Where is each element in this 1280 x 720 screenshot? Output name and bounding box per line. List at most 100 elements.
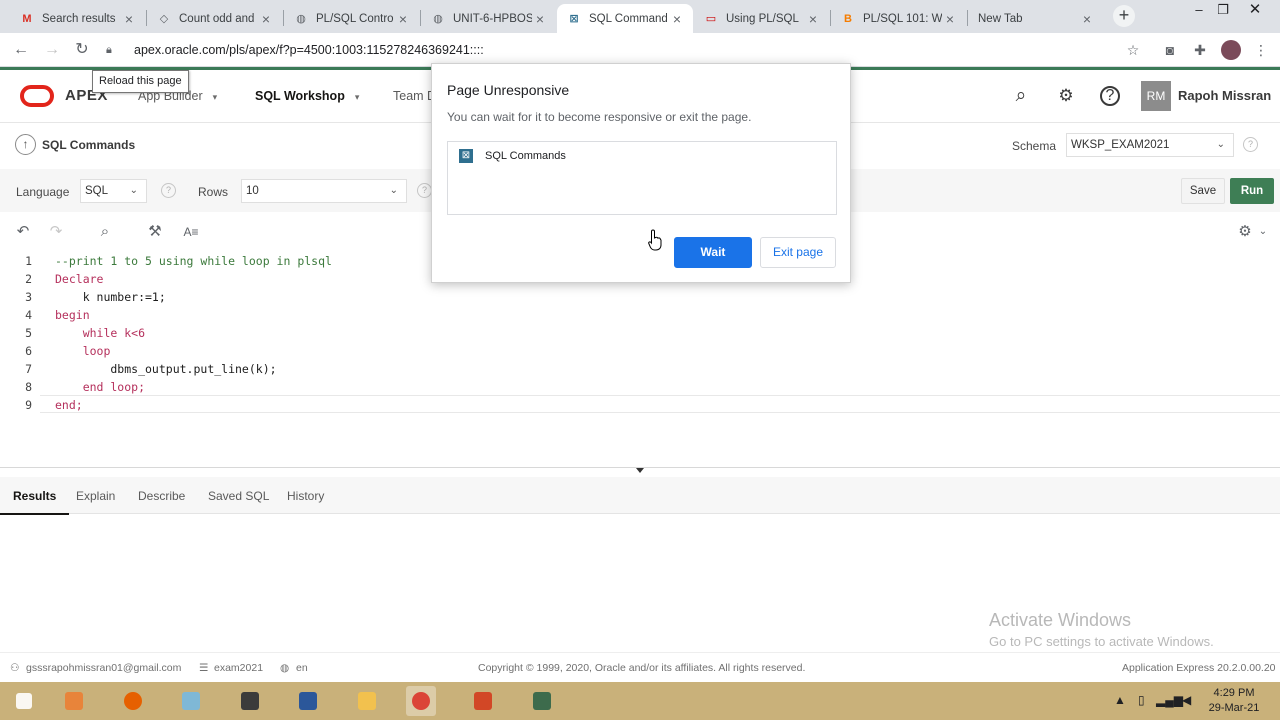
browser-tab-active[interactable]: ⊠ SQL Command × bbox=[557, 4, 693, 33]
profile-avatar[interactable] bbox=[1221, 40, 1241, 60]
help-icon[interactable]: ? bbox=[1243, 137, 1258, 152]
tab-close-icon[interactable]: × bbox=[669, 11, 685, 27]
tab-history[interactable]: History bbox=[287, 489, 324, 503]
battery-icon[interactable]: ▯ bbox=[1138, 693, 1145, 707]
restore-icon[interactable]: ❐ bbox=[1208, 0, 1238, 22]
help-icon[interactable]: ? bbox=[161, 183, 176, 198]
tab-close-icon[interactable]: × bbox=[942, 11, 958, 27]
sublime-text-icon[interactable] bbox=[235, 686, 265, 716]
tab-close-icon[interactable]: × bbox=[532, 11, 548, 27]
tab-title: Count odd and bbox=[179, 12, 255, 25]
browser-tab[interactable]: New Tab × bbox=[968, 4, 1103, 33]
dialog-message: You can wait for it to become responsive… bbox=[447, 110, 752, 124]
tab-close-icon[interactable]: × bbox=[258, 11, 274, 27]
volume-icon[interactable]: ◀ bbox=[1182, 693, 1191, 707]
collapse-triangle-icon[interactable] bbox=[636, 468, 644, 473]
search-icon[interactable]: ⌕ bbox=[1009, 84, 1033, 108]
clock-time: 4:29 PM bbox=[1213, 687, 1255, 699]
help-icon[interactable]: ? bbox=[417, 183, 432, 198]
tab-describe[interactable]: Describe bbox=[138, 489, 185, 503]
browser-tab[interactable]: ◇ Count odd and × bbox=[147, 4, 282, 33]
taskbar-clock[interactable]: 4:29 PM 29-Mar-21 bbox=[1198, 686, 1270, 716]
bookmark-star-icon[interactable]: ☆ bbox=[1124, 41, 1142, 59]
user-name[interactable]: Rapoh Missran bbox=[1178, 88, 1271, 103]
exit-page-button[interactable]: Exit page bbox=[760, 237, 836, 268]
window-close-icon[interactable]: ✕ bbox=[1240, 0, 1270, 22]
site-icon: ◇ bbox=[159, 13, 169, 25]
hand-cursor-icon bbox=[648, 229, 662, 251]
tab-explain[interactable]: Explain bbox=[76, 489, 115, 503]
tab-close-icon[interactable]: × bbox=[395, 11, 411, 27]
redo-icon[interactable]: ↷ bbox=[47, 223, 65, 241]
forward-arrow-icon[interactable]: → bbox=[40, 38, 64, 62]
footer-version: Application Express 20.2.0.00.20 bbox=[1122, 662, 1276, 674]
powerpoint-icon[interactable] bbox=[468, 686, 498, 716]
text-format-icon[interactable]: A≡ bbox=[180, 223, 202, 241]
address-bar[interactable]: 🔒︎ apex.oracle.com/pls/apex/f?p=4500:100… bbox=[106, 38, 1116, 62]
windows-start-icon[interactable] bbox=[9, 686, 39, 716]
browser-tab[interactable]: M Search results × bbox=[10, 4, 145, 33]
chevron-down-icon: ▾ bbox=[212, 92, 218, 102]
activate-windows-title: Activate Windows bbox=[989, 610, 1132, 630]
reload-tooltip: Reload this page bbox=[92, 70, 189, 93]
browser-tab-strip: M Search results × ◇ Count odd and × ◍ P… bbox=[0, 0, 1280, 33]
wrench-icon[interactable]: ⚒ bbox=[146, 223, 164, 241]
browser-tab[interactable]: B PL/SQL 101: W × bbox=[831, 4, 966, 33]
browser-tab[interactable]: ▭ Using PL/SQL × bbox=[694, 4, 829, 33]
tab-close-icon[interactable]: × bbox=[805, 11, 821, 27]
apex-sql-icon: ⊠ bbox=[569, 13, 579, 25]
new-tab-button[interactable]: + bbox=[1113, 5, 1135, 27]
code-line: 5 while k<6 bbox=[25, 326, 146, 340]
browser-tab[interactable]: ◍ PL/SQL Contro × bbox=[284, 4, 419, 33]
app-icon[interactable] bbox=[527, 686, 557, 716]
nav-sql-workshop[interactable]: SQL Workshop ▾ bbox=[255, 89, 359, 103]
camera-icon[interactable]: ◙ bbox=[1161, 41, 1179, 59]
help-icon[interactable]: ? bbox=[1100, 86, 1120, 106]
footer-workspace: exam2021 bbox=[214, 662, 264, 674]
chrome-icon[interactable] bbox=[406, 686, 436, 716]
tab-saved-sql[interactable]: Saved SQL bbox=[208, 489, 269, 503]
save-button[interactable]: Save bbox=[1181, 178, 1225, 204]
unresponsive-page-list: ⊠ SQL Commands bbox=[447, 141, 837, 215]
up-arrow-icon[interactable]: ↑ bbox=[15, 134, 36, 155]
browser-tab[interactable]: ◍ UNIT-6-HPBOS × bbox=[421, 4, 556, 33]
media-player-icon[interactable] bbox=[59, 686, 89, 716]
avatar[interactable]: RM bbox=[1141, 81, 1171, 111]
menu-kebab-icon[interactable]: ⋮ bbox=[1252, 41, 1270, 59]
code-editor[interactable]: 1 --print 1 to 5 using while loop in plsq… bbox=[0, 252, 1280, 468]
admin-user-icon[interactable]: ⚙ bbox=[1054, 84, 1078, 108]
undo-icon[interactable]: ↶ bbox=[14, 223, 32, 241]
settings-gear-icon[interactable]: ⚙ bbox=[1236, 223, 1254, 241]
tab-close-icon[interactable]: × bbox=[1079, 11, 1095, 27]
reload-icon[interactable]: ↻ bbox=[70, 38, 94, 62]
apex-footer: ⚇ gsssrapohmissran01@gmail.com ☰ exam202… bbox=[0, 652, 1280, 682]
extensions-puzzle-icon[interactable]: ✚ bbox=[1191, 41, 1209, 59]
gmail-icon: M bbox=[22, 12, 32, 25]
file-explorer-icon[interactable] bbox=[352, 686, 382, 716]
code-line: 8 end loop; bbox=[25, 380, 146, 394]
blogger-icon: B bbox=[844, 12, 852, 25]
schema-label: Schema bbox=[1012, 139, 1057, 153]
network-signal-icon[interactable]: ▂▄▆ bbox=[1156, 693, 1183, 707]
user-icon: ⚇ bbox=[10, 662, 20, 674]
nav-team-development[interactable]: Team D bbox=[393, 89, 436, 103]
tab-title: Using PL/SQL bbox=[726, 12, 799, 25]
schema-select[interactable]: WKSP_EXAM2021 ⌄ bbox=[1066, 133, 1234, 157]
run-button[interactable]: Run bbox=[1230, 178, 1274, 204]
pane-splitter[interactable] bbox=[0, 467, 1280, 477]
tray-expand-icon[interactable]: ▲ bbox=[1114, 693, 1126, 707]
wait-button[interactable]: Wait bbox=[674, 237, 752, 268]
oracle-logo[interactable] bbox=[20, 85, 54, 107]
tab-close-icon[interactable]: × bbox=[121, 11, 137, 27]
back-arrow-icon[interactable]: ← bbox=[9, 38, 33, 62]
notepad-icon[interactable] bbox=[176, 686, 206, 716]
tab-results[interactable]: Results bbox=[0, 489, 70, 515]
firefox-icon[interactable] bbox=[118, 686, 148, 716]
chevron-down-icon[interactable]: ⌄ bbox=[1254, 223, 1272, 241]
search-icon[interactable]: ⌕ bbox=[96, 223, 114, 241]
rows-select[interactable]: 10 ⌄ bbox=[241, 179, 407, 203]
language-select[interactable]: SQL ⌄ bbox=[80, 179, 147, 203]
dialog-title: Page Unresponsive bbox=[447, 82, 570, 98]
word-icon[interactable] bbox=[293, 686, 323, 716]
chevron-down-icon: ▾ bbox=[354, 92, 360, 102]
